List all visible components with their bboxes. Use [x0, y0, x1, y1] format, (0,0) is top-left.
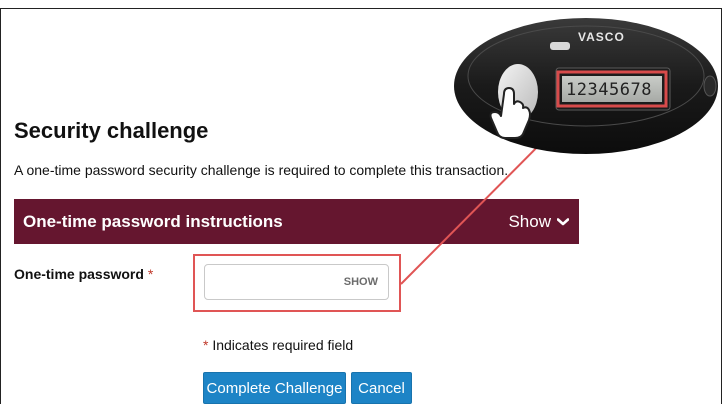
otp-input-container: SHOW — [204, 264, 389, 300]
intro-text: A one-time password security challenge i… — [14, 162, 509, 178]
required-field-note: * Indicates required field — [203, 337, 353, 353]
otp-label: One-time password * — [14, 266, 153, 282]
required-marker: * — [147, 266, 154, 282]
required-note-marker: * — [203, 337, 209, 353]
instructions-title: One-time password instructions — [23, 211, 283, 231]
otp-label-text: One-time password — [14, 266, 144, 282]
otp-show-button[interactable]: SHOW — [344, 276, 378, 288]
token-display-code: 12345678 — [566, 80, 652, 100]
otp-highlight-box: SHOW — [193, 254, 401, 312]
cancel-button[interactable]: Cancel — [351, 372, 412, 404]
required-note-text: Indicates required field — [212, 337, 354, 353]
complete-challenge-button[interactable]: Complete Challenge — [203, 372, 346, 404]
chevron-down-icon — [557, 217, 569, 225]
otp-input[interactable] — [205, 265, 340, 299]
instructions-show-toggle[interactable]: Show — [508, 212, 569, 232]
page-title: Security challenge — [14, 118, 209, 143]
token-brand-logo: VASCO — [578, 30, 625, 44]
show-toggle-label: Show — [508, 211, 551, 231]
instructions-banner: One-time password instructions Show — [14, 199, 579, 244]
